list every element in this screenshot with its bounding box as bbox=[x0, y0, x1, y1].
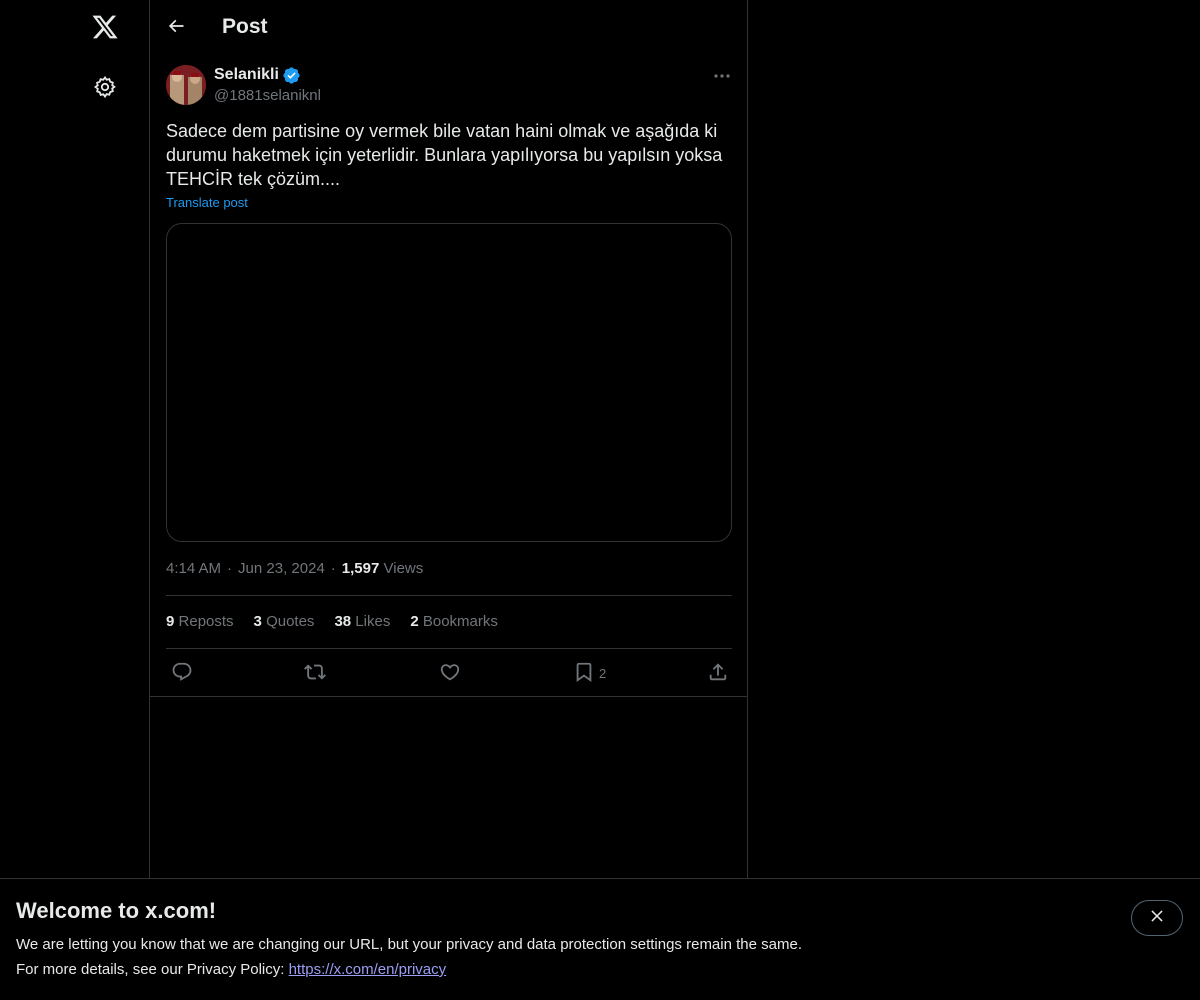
like-button[interactable] bbox=[439, 660, 461, 686]
privacy-policy-link[interactable]: https://x.com/en/privacy bbox=[289, 961, 447, 978]
banner-privacy-prefix: For more details, see our Privacy Policy… bbox=[16, 961, 289, 978]
more-options-icon[interactable] bbox=[712, 66, 732, 86]
bookmark-count: 2 bbox=[599, 665, 607, 681]
heart-icon bbox=[439, 661, 461, 686]
repost-icon bbox=[304, 661, 326, 686]
post-date[interactable]: Jun 23, 2024 bbox=[238, 560, 325, 577]
banner-title: Welcome to x.com! bbox=[16, 898, 217, 923]
divider bbox=[166, 595, 732, 596]
views-count: 1,597 bbox=[341, 560, 380, 577]
reposts-count: 9 bbox=[166, 613, 175, 630]
banner-close-button[interactable] bbox=[1131, 900, 1183, 936]
post-text: Sadece dem partisine oy vermek bile vata… bbox=[166, 121, 723, 189]
translate-post-link[interactable]: Translate post bbox=[166, 193, 248, 213]
divider bbox=[166, 648, 732, 649]
share-button[interactable] bbox=[707, 660, 729, 686]
avatar[interactable] bbox=[166, 65, 206, 105]
arrow-left-icon[interactable] bbox=[166, 16, 188, 38]
bookmark-icon bbox=[573, 661, 595, 686]
repost-button[interactable] bbox=[304, 660, 326, 686]
reply-button[interactable] bbox=[171, 660, 193, 686]
likes-count: 38 bbox=[334, 613, 352, 630]
share-icon bbox=[707, 661, 729, 686]
banner-message: We are letting you know that we are chan… bbox=[16, 936, 802, 953]
likes-label: Likes bbox=[355, 613, 391, 630]
left-nav bbox=[0, 0, 149, 878]
bookmarks-count: 2 bbox=[410, 613, 419, 630]
welcome-banner: Welcome to x.com! We are letting you kno… bbox=[0, 878, 1200, 1000]
reply-icon bbox=[171, 661, 193, 686]
page-title: Post bbox=[222, 15, 268, 38]
bookmarks-label: Bookmarks bbox=[422, 613, 498, 630]
quotes-label: Quotes bbox=[266, 613, 315, 630]
post-time[interactable]: 4:14 AM bbox=[166, 560, 221, 577]
author-name[interactable]: Selanikli bbox=[214, 64, 301, 86]
views-label: Views bbox=[383, 560, 424, 577]
reposts-stat[interactable]: 9 Reposts bbox=[166, 611, 234, 633]
reposts-label: Reposts bbox=[178, 613, 234, 630]
close-icon bbox=[1148, 907, 1166, 930]
x-logo-icon[interactable] bbox=[91, 13, 119, 41]
verified-badge-icon bbox=[282, 66, 301, 85]
banner-privacy-line: For more details, see our Privacy Policy… bbox=[16, 960, 446, 980]
post-metadata: 4:14 AM · Jun 23, 2024 · 1,597 Views bbox=[166, 558, 423, 580]
separator-dot: · bbox=[330, 560, 336, 577]
bookmarks-stat[interactable]: 2 Bookmarks bbox=[410, 611, 498, 633]
quotes-stat[interactable]: 3 Quotes bbox=[254, 611, 315, 633]
engagement-stats: 9 Reposts 3 Quotes 38 Likes 2 Bookmarks bbox=[166, 611, 498, 633]
likes-stat[interactable]: 38 Likes bbox=[334, 611, 390, 633]
divider bbox=[150, 696, 747, 697]
post-column: Post Selanikli @1881selaniknl Sadece dem bbox=[149, 0, 748, 878]
quotes-count: 3 bbox=[253, 613, 262, 630]
bookmark-button[interactable]: 2 bbox=[573, 660, 606, 686]
author-handle[interactable]: @1881selaniknl bbox=[214, 86, 321, 106]
gear-icon[interactable] bbox=[93, 75, 117, 99]
post-media[interactable] bbox=[166, 223, 732, 542]
separator-dot: · bbox=[227, 560, 233, 577]
action-bar: 2 bbox=[150, 660, 749, 686]
author-name-text: Selanikli bbox=[214, 66, 279, 83]
